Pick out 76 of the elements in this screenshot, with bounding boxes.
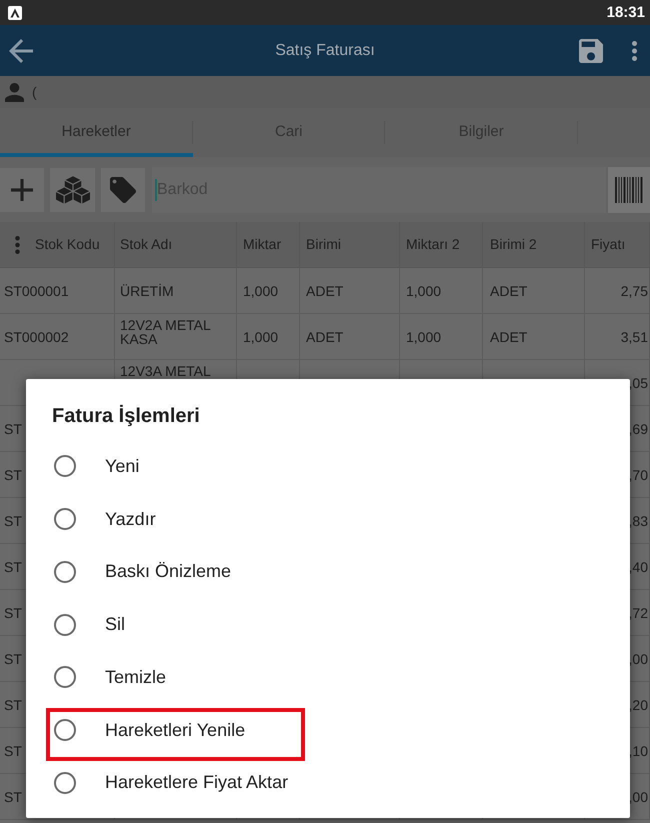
table-cell: ,70 [628,468,648,482]
add-button[interactable] [0,168,44,212]
table-row[interactable]: ST000002 12V2A METAL KASA 1,000 ADET 1,000 ADET 3,51 [0,314,650,360]
radio-option[interactable]: Yeni [46,440,610,493]
table-cell: ,10 [628,744,648,758]
radio-button[interactable] [54,666,76,688]
table-cell: ST000002 [4,330,69,344]
table-cell: ,05 [628,376,648,390]
column-header[interactable]: Miktar [243,234,282,255]
table-cell: ,00 [628,652,648,666]
table-cell: ST [4,744,22,758]
table-cell: ADET [306,284,344,298]
column-header[interactable]: Stok Adı [120,234,172,255]
app-notification-icon [8,6,22,20]
column-menu-icon[interactable] [15,236,20,254]
table-cell: ,40 [628,560,648,574]
save-icon[interactable] [579,38,603,62]
column-header[interactable]: Stok Kodu [35,234,100,255]
table-cell-text: 12V2A METAL KASA [120,318,212,346]
table-cell: 2,75 [620,284,648,298]
table-cell: ,72 [628,606,648,620]
radio-option[interactable]: Temizle [46,651,610,704]
table-cell: ST000001 [4,284,69,298]
person-icon [5,82,24,102]
radio-option[interactable]: Yazdır [46,492,610,546]
table-cell: ST [4,514,22,528]
table-cell: ST [4,606,22,620]
app-title: Satış Faturası [275,40,375,60]
radio-button[interactable] [54,508,76,530]
radio-button[interactable] [54,772,76,794]
table-cell: ADET [490,330,528,344]
radio-option[interactable]: Sil [46,598,610,651]
status-time: 18:31 [606,5,645,20]
table-cell: 1,000 [243,330,278,344]
table-cell: ST [4,560,22,574]
table-cell: ST [4,790,22,804]
table-cell: 1,000 [243,284,278,298]
tag-icon [110,176,136,202]
tag-button[interactable] [101,168,145,212]
table-cell: ADET [490,284,528,298]
dialog-title: Fatura İşlemleri [51,404,201,428]
radio-button[interactable] [54,560,76,583]
radio-button[interactable] [54,614,76,636]
column-header[interactable]: Miktarı 2 [406,234,460,255]
column-header[interactable]: Birimi [306,234,341,255]
table-cell: ST [4,422,22,436]
table-cell: 3,51 [620,330,648,344]
table-row[interactable]: ST000001 ÜRETİM 1,000 ADET 1,000 ADET 2,75 [0,268,650,314]
customer-name: ( [32,82,37,102]
column-header[interactable]: Fiyatı [591,234,626,255]
column-header[interactable]: Birimi 2 [490,234,537,255]
products-button[interactable] [50,168,95,212]
text-cursor [155,178,157,200]
table-cell: 1,000 [406,284,442,298]
table-cell: ST [4,468,22,482]
radio-option[interactable]: Hareketleri Yenile [46,704,610,756]
more-options-icon[interactable] [632,40,637,60]
radio-option[interactable]: Hareketlere Fiyat Aktar [46,756,610,810]
table-cell: ,69 [628,422,648,436]
table-cell: 12V3A METAL [120,364,211,378]
radio-button[interactable] [54,455,76,478]
table-cell: 1,000 [406,330,442,344]
table-cell: ,20 [628,698,648,712]
back-arrow-icon[interactable] [9,38,33,62]
cubes-icon [54,174,90,204]
barcode-scan-button[interactable] [608,166,650,212]
table-cell: ÜRETİM [120,284,174,298]
radio-button[interactable] [54,719,76,742]
radio-option[interactable]: Baskı Önizleme [46,546,610,598]
table-cell: ST [4,652,22,666]
table-cell: ,00 [628,790,648,804]
barcode-icon [615,176,643,202]
plus-icon [11,178,33,200]
table-cell: ,83 [628,514,648,528]
table-cell: ST [4,698,22,712]
table-cell: ADET [306,330,344,344]
